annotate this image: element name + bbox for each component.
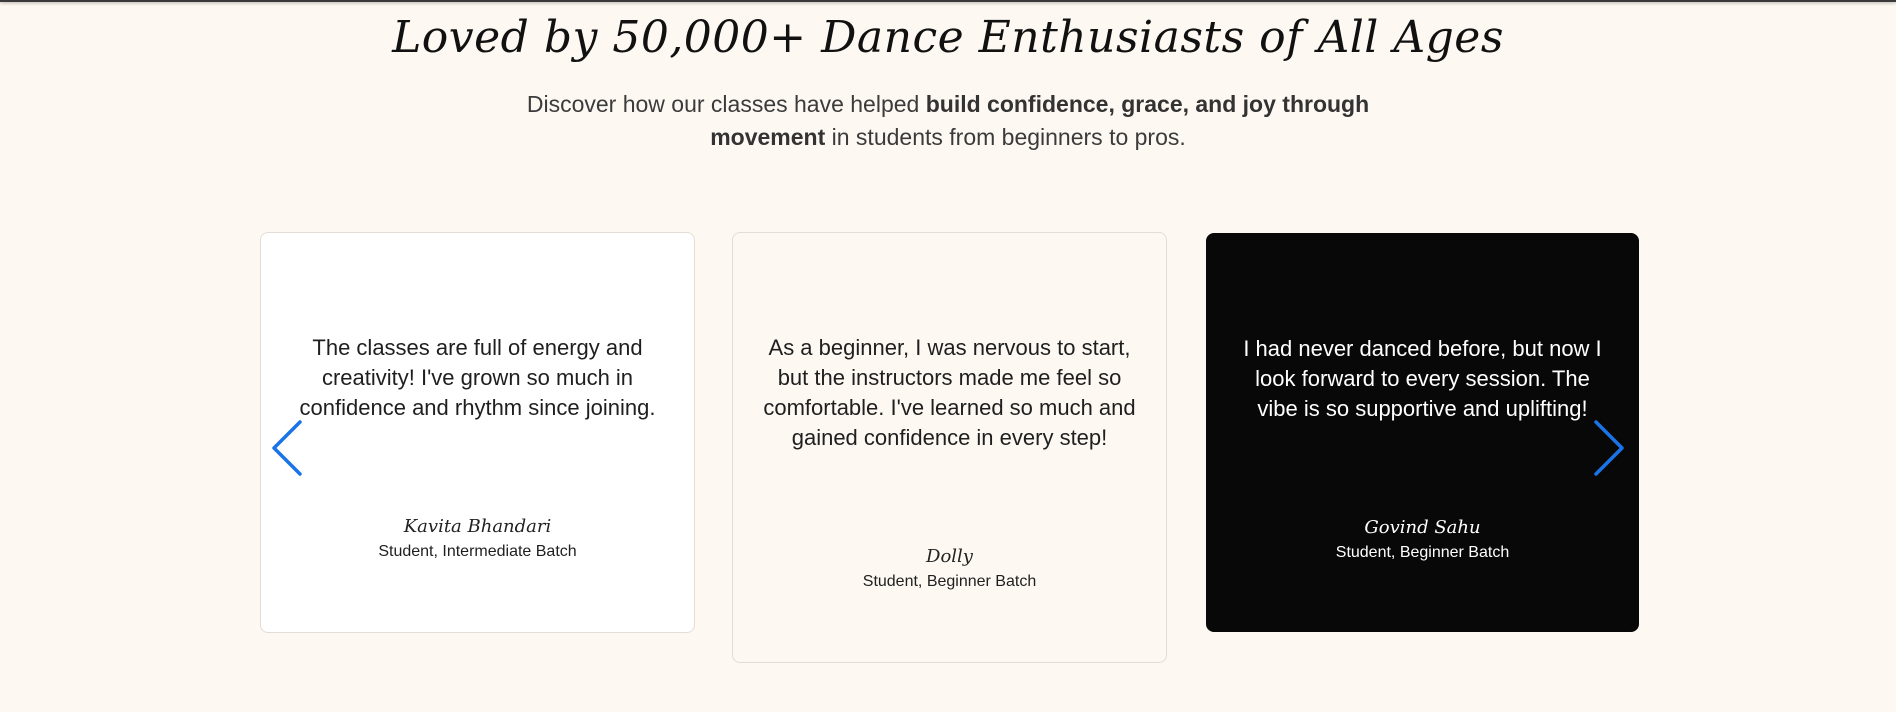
testimonial-card-active: I had never danced before, but now I loo… [1206,233,1639,632]
testimonial-quote: I had never danced before, but now I loo… [1243,336,1602,421]
testimonial-author-name: Dolly [926,546,973,567]
chevron-left-icon [272,420,302,476]
carousel-prev-button[interactable] [268,418,308,478]
header-shadow [0,0,1896,2]
section-heading: Loved by 50,000+ Dance Enthusiasts of Al… [392,12,1504,63]
testimonial-card: The classes are full of energy and creat… [260,232,695,633]
testimonial-quote: The classes are full of energy and creat… [299,335,656,420]
testimonial-quote: As a beginner, I was nervous to start, b… [763,335,1136,450]
subtitle-text-start: Discover how our classes have helped [526,91,926,117]
testimonial-author-role: Student, Beginner Batch [862,573,1037,590]
testimonial-card: As a beginner, I was nervous to start, b… [732,232,1167,663]
subtitle-text-end: in students from beginners to pros. [825,124,1186,150]
testimonial-author-name: Kavita Bhandari [403,516,552,537]
carousel-next-button[interactable] [1588,418,1628,478]
testimonial-author-role: Student, Beginner Batch [1335,544,1510,561]
testimonial-author-name: Govind Sahu [1364,517,1481,538]
chevron-right-icon [1594,420,1624,476]
section-subtitle: Discover how our classes have helped bui… [480,88,1416,154]
testimonial-author-role: Student, Intermediate Batch [378,543,577,560]
